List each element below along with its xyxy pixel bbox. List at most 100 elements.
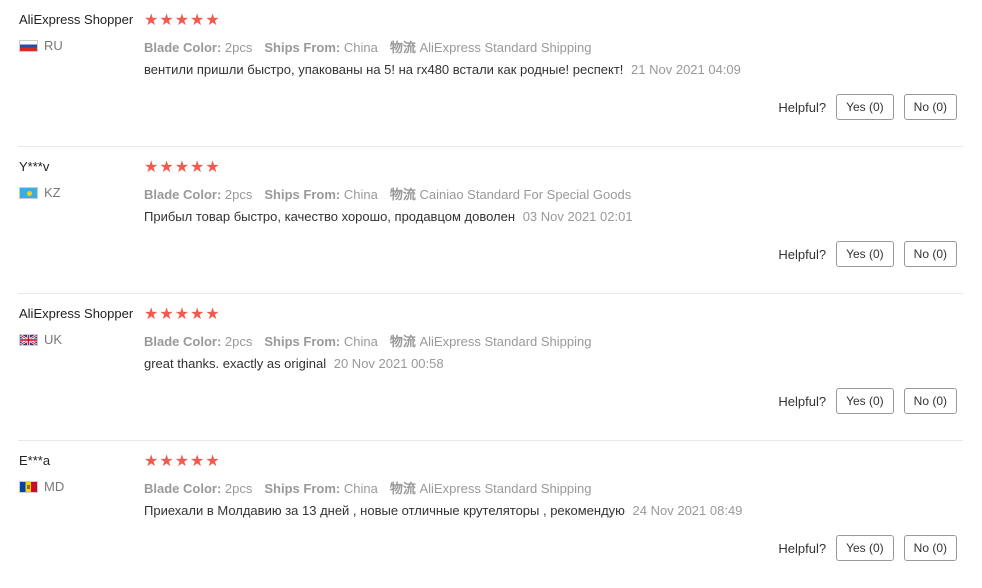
country-code: MD [44, 479, 65, 494]
kazakhstan-flag-icon [19, 186, 38, 199]
attribute: Ships From: China [264, 334, 377, 349]
attribute-key: 物流 [389, 40, 416, 55]
attribute: 物流 AliExpress Standard Shipping [390, 40, 592, 55]
helpful-label: Helpful? [778, 540, 827, 556]
attribute: Ships From: China [264, 481, 377, 496]
helpful-yes-button[interactable]: Yes (0) [836, 241, 894, 267]
attribute-value: Cainiao Standard For Special Goods [419, 187, 632, 202]
star-icon: ★ [174, 159, 190, 176]
star-icon: ★ [144, 453, 159, 470]
uk-flag-icon [19, 333, 38, 346]
attribute-value: 2pcs [224, 481, 253, 496]
attribute-key: Blade Color: [144, 187, 222, 202]
review-date: 24 Nov 2021 08:49 [632, 503, 743, 518]
attribute: Ships From: China [264, 187, 377, 202]
attribute-value: China [343, 481, 378, 496]
attribute: 物流 Cainiao Standard For Special Goods [390, 187, 631, 202]
helpful-yes-button[interactable]: Yes (0) [836, 94, 894, 120]
helpful-no-button[interactable]: No (0) [903, 241, 957, 267]
helpful-controls: Helpful? Yes (0) No (0) [778, 535, 957, 561]
review-date: 21 Nov 2021 04:09 [631, 62, 741, 77]
helpful-controls: Helpful? Yes (0) No (0) [778, 241, 957, 267]
country-code: RU [44, 38, 63, 53]
review-item: E***a MD ★ ★ ★ ★ ★ Blade Color: 2pcs Ships Fr… [0, 441, 982, 588]
attribute: Blade Color: 2pcs [144, 187, 252, 202]
review-item: AliExpress Shopper UK ★ ★ ★ ★ ★ Blade Color:… [0, 294, 982, 441]
country-code: UK [44, 332, 63, 347]
reviewer-country: MD [19, 479, 64, 494]
star-rating: ★ ★ ★ ★ ★ [144, 159, 220, 177]
product-attributes: Blade Color: 2pcs Ships From: China 物流 Cai… [144, 184, 643, 203]
attribute: Blade Color: 2pcs [144, 481, 252, 496]
attribute-key: Ships From: [264, 40, 341, 55]
star-icon: ★ [205, 453, 220, 470]
star-icon: ★ [159, 306, 174, 323]
helpful-yes-button[interactable]: Yes (0) [836, 388, 894, 414]
country-code: KZ [44, 185, 61, 200]
attribute-value: 2pcs [224, 40, 253, 55]
attribute-key: 物流 [389, 187, 416, 202]
attribute: 物流 AliExpress Standard Shipping [390, 481, 592, 496]
attribute-value: China [343, 334, 378, 349]
product-attributes: Blade Color: 2pcs Ships From: China 物流 Ali… [144, 331, 603, 350]
star-icon: ★ [174, 453, 190, 470]
helpful-label: Helpful? [778, 246, 827, 262]
review-body: Приехали в Молдавию за 13 дней , новые о… [144, 503, 625, 518]
review-body: great thanks. exactly as original [144, 356, 327, 371]
attribute: Blade Color: 2pcs [144, 40, 252, 55]
reviewer-name: AliExpress Shopper [19, 306, 134, 321]
reviewer-name: E***a [19, 453, 51, 468]
attribute: 物流 AliExpress Standard Shipping [390, 334, 592, 349]
moldova-flag-icon [19, 480, 38, 493]
star-icon: ★ [159, 159, 174, 176]
helpful-no-button[interactable]: No (0) [903, 388, 957, 414]
star-icon: ★ [205, 306, 220, 323]
reviewer-country: KZ [19, 185, 61, 200]
attribute-value: China [343, 40, 378, 55]
review-date: 03 Nov 2021 02:01 [522, 209, 633, 224]
attribute-key: Ships From: [264, 481, 341, 496]
attribute-key: Blade Color: [144, 481, 222, 496]
star-icon: ★ [190, 453, 205, 470]
star-rating: ★ ★ ★ ★ ★ [144, 306, 220, 324]
star-icon: ★ [174, 306, 190, 323]
star-icon: ★ [144, 159, 159, 176]
star-icon: ★ [190, 306, 205, 323]
helpful-yes-button[interactable]: Yes (0) [836, 535, 894, 561]
attribute-value: 2pcs [224, 334, 253, 349]
russia-flag-icon [19, 39, 38, 52]
star-icon: ★ [190, 12, 205, 29]
helpful-label: Helpful? [778, 99, 827, 115]
attribute-value: AliExpress Standard Shipping [419, 334, 592, 349]
attribute-value: China [343, 187, 378, 202]
review-text: Приехали в Молдавию за 13 дней , новые о… [144, 503, 742, 518]
reviewer-name: AliExpress Shopper [19, 12, 134, 27]
helpful-no-button[interactable]: No (0) [903, 94, 957, 120]
helpful-no-button[interactable]: No (0) [903, 535, 957, 561]
star-icon: ★ [174, 12, 190, 29]
attribute: Ships From: China [264, 40, 377, 55]
attribute-value: AliExpress Standard Shipping [419, 481, 592, 496]
star-icon: ★ [144, 12, 159, 29]
star-icon: ★ [205, 159, 220, 176]
review-text: вентили пришли быстро, упакованы на 5! н… [144, 62, 741, 77]
review-date: 20 Nov 2021 00:58 [333, 356, 444, 371]
reviewer-country: RU [19, 38, 63, 53]
attribute: Blade Color: 2pcs [144, 334, 252, 349]
reviewer-name: Y***v [19, 159, 50, 174]
attribute-key: Blade Color: [144, 40, 222, 55]
product-attributes: Blade Color: 2pcs Ships From: China 物流 Ali… [144, 37, 603, 56]
star-icon: ★ [159, 453, 174, 470]
star-rating: ★ ★ ★ ★ ★ [144, 12, 220, 30]
review-body: Прибыл товар быстро, качество хорошо, пр… [144, 209, 516, 224]
helpful-label: Helpful? [778, 393, 827, 409]
product-attributes: Blade Color: 2pcs Ships From: China 物流 Ali… [144, 478, 603, 497]
attribute-key: 物流 [389, 334, 416, 349]
helpful-controls: Helpful? Yes (0) No (0) [778, 94, 957, 120]
review-text: Прибыл товар быстро, качество хорошо, пр… [144, 209, 633, 224]
reviewer-country: UK [19, 332, 62, 347]
attribute-key: 物流 [389, 481, 416, 496]
star-icon: ★ [159, 12, 174, 29]
review-item: Y***v KZ ★ ★ ★ ★ ★ Blade Color: 2pcs Ships Fr… [0, 147, 982, 294]
attribute-key: Ships From: [264, 334, 341, 349]
